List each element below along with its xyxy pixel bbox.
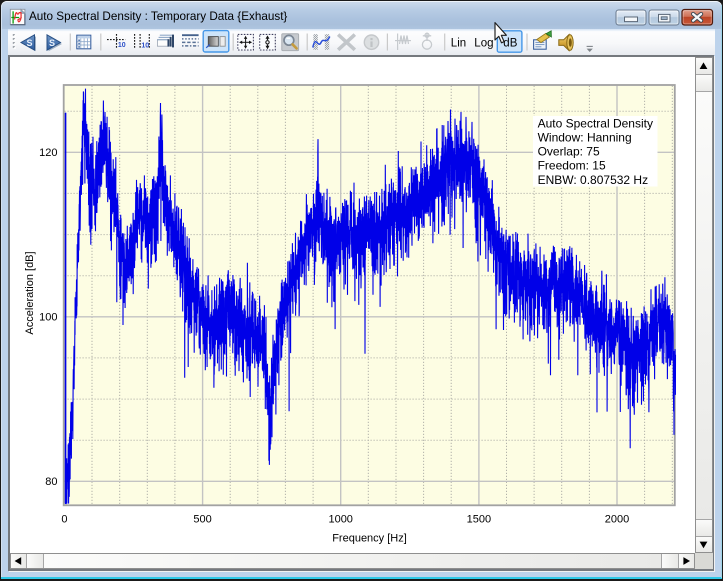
svg-text:Lin: Lin	[451, 37, 466, 49]
svg-text:10: 10	[118, 42, 126, 49]
svg-text:10: 10	[141, 43, 149, 50]
svg-text:dB: dB	[503, 37, 517, 49]
svg-text:Log: Log	[474, 37, 493, 49]
svg-text:S: S	[26, 38, 32, 48]
svg-text:S: S	[49, 38, 55, 48]
